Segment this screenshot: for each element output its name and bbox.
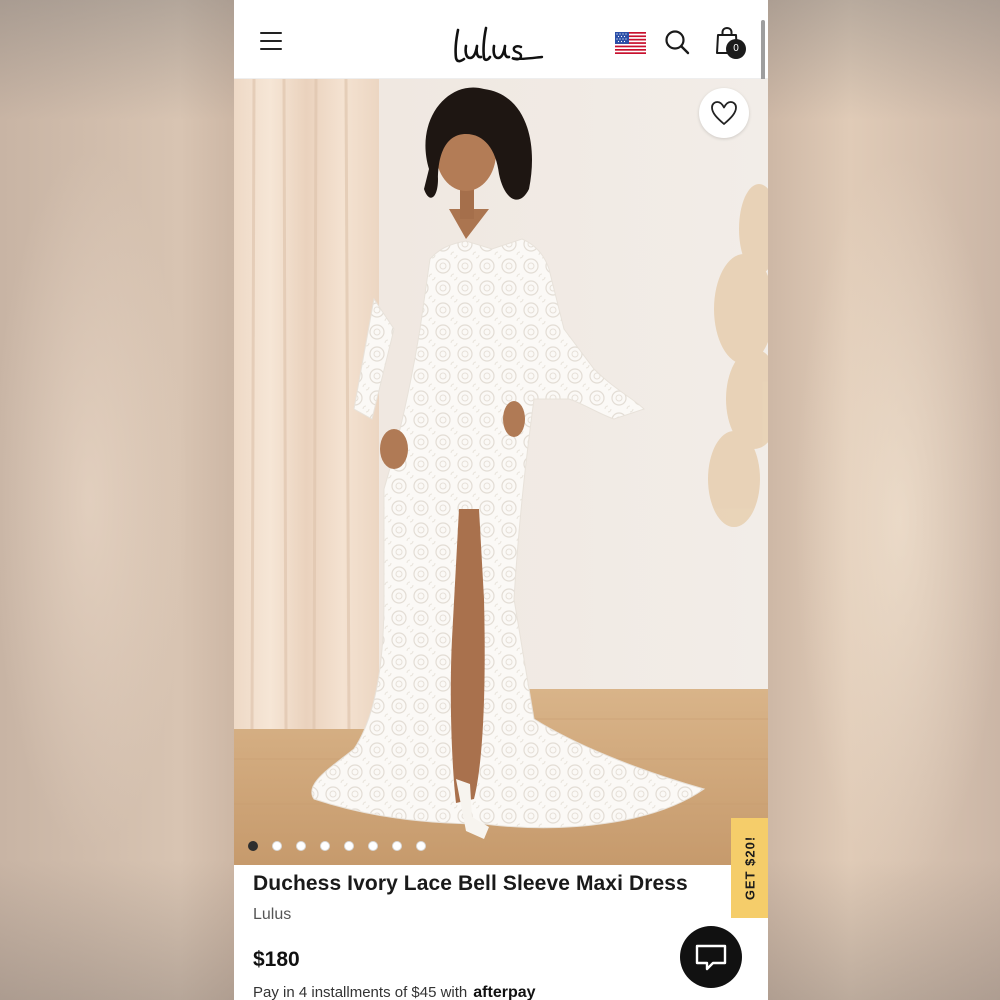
pagination-dot[interactable] [368, 841, 378, 851]
chat-button[interactable] [680, 926, 742, 988]
image-pagination [248, 841, 426, 853]
product-brand[interactable]: Lulus [253, 906, 291, 924]
menu-icon[interactable] [260, 32, 282, 50]
us-flag-icon[interactable] [615, 32, 646, 54]
product-photo [234, 79, 768, 865]
get-20-promo-tab[interactable]: GET $20! [731, 818, 768, 918]
product-title: Duchess Ivory Lace Bell Sleeve Maxi Dres… [253, 872, 688, 895]
afterpay-logo: afterpay [473, 984, 536, 1000]
chat-icon [695, 944, 727, 971]
pagination-dot[interactable] [392, 841, 402, 851]
pagination-dot[interactable] [272, 841, 282, 851]
promo-label: GET $20! [742, 835, 757, 901]
lulus-logo[interactable] [450, 12, 550, 72]
search-icon[interactable] [664, 29, 690, 55]
pagination-dot[interactable] [416, 841, 426, 851]
product-image[interactable] [234, 79, 768, 865]
heart-icon [711, 101, 737, 125]
afterpay-installments[interactable]: Pay in 4 installments of $45 with afterpa… [253, 984, 536, 1000]
wishlist-button[interactable] [699, 88, 749, 138]
pagination-dot[interactable] [320, 841, 330, 851]
pagination-dot[interactable] [296, 841, 306, 851]
installments-text: Pay in 4 installments of $45 with [253, 984, 468, 1000]
product-price: $180 [253, 948, 300, 971]
phone-screen: 0 GET $20! Duchess Ivory Lace Bell Sleev… [234, 0, 768, 1000]
pagination-dot[interactable] [344, 841, 354, 851]
cart-count-badge: 0 [726, 39, 746, 59]
pagination-dot[interactable] [248, 841, 258, 851]
site-header: 0 [234, 2, 768, 79]
